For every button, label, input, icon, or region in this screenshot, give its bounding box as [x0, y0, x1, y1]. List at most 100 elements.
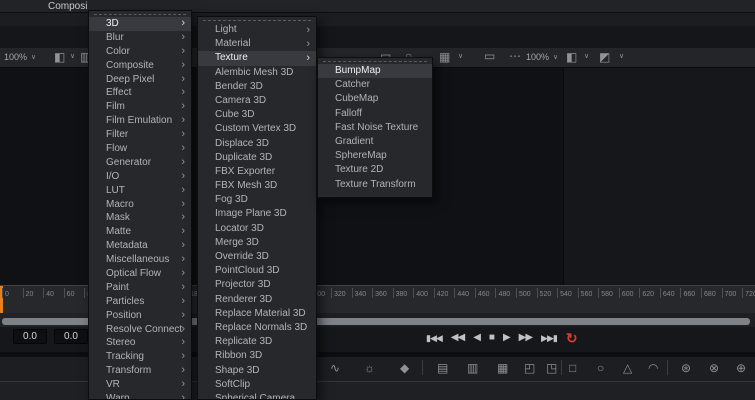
- split-view-a-icon[interactable]: ◧: [566, 50, 577, 64]
- menu-item-custom-vertex-3d[interactable]: Custom Vertex 3D: [198, 122, 316, 136]
- menu-item-shape-3d[interactable]: Shape 3D: [198, 364, 316, 378]
- menu-tearoff-handle[interactable]: [94, 14, 186, 15]
- menu-item-bumpmap[interactable]: BumpMap: [318, 64, 432, 78]
- menu-item-merge-3d[interactable]: Merge 3D: [198, 236, 316, 250]
- menu-item-matte[interactable]: Matte›: [89, 225, 191, 239]
- menu-item-fbx-exporter[interactable]: FBX Exporter: [198, 165, 316, 179]
- menu-item-deep-pixel[interactable]: Deep Pixel›: [89, 73, 191, 87]
- menu-item-material[interactable]: Material›: [198, 37, 316, 51]
- menu-item-position[interactable]: Position›: [89, 309, 191, 323]
- loop-button[interactable]: ↻: [566, 330, 578, 346]
- menu-item-texture[interactable]: Texture›: [198, 51, 316, 65]
- stop-button[interactable]: ■: [489, 330, 494, 346]
- menu-item-macro[interactable]: Macro›: [89, 198, 191, 212]
- menu-item-fog-3d[interactable]: Fog 3D: [198, 193, 316, 207]
- menu-item-bender-3d[interactable]: Bender 3D: [198, 80, 316, 94]
- play-forward-button[interactable]: ▶: [503, 330, 510, 346]
- fast-reverse-button[interactable]: ◀◀: [451, 330, 464, 346]
- menu-item-film[interactable]: Film›: [89, 100, 191, 114]
- menu-item-i-o[interactable]: I/O›: [89, 170, 191, 184]
- menu-item-composite[interactable]: Composite›: [89, 59, 191, 73]
- split-view-b-icon[interactable]: ◩: [599, 50, 610, 64]
- menu-item-vr[interactable]: VR›: [89, 378, 191, 392]
- menu-item-spheremap[interactable]: SphereMap: [318, 149, 432, 163]
- composition-tab[interactable]: Composi: [48, 1, 87, 12]
- menu-item-cubemap[interactable]: CubeMap: [318, 92, 432, 106]
- menu-item-renderer-3d[interactable]: Renderer 3D: [198, 293, 316, 307]
- menu-item-cube-3d[interactable]: Cube 3D: [198, 108, 316, 122]
- menu-item-effect[interactable]: Effect›: [89, 86, 191, 100]
- menu-tearoff-handle[interactable]: [203, 20, 311, 21]
- menu-item-warp[interactable]: Warp›: [89, 392, 191, 400]
- blur-droplet-icon[interactable]: ◆: [400, 360, 409, 376]
- menu-item-replace-material-3d[interactable]: Replace Material 3D: [198, 307, 316, 321]
- right-zoom-select[interactable]: 100%: [526, 52, 549, 62]
- menu-item-override-3d[interactable]: Override 3D: [198, 250, 316, 264]
- particles-icon[interactable]: ⊕: [736, 360, 746, 376]
- menu-item-displace-3d[interactable]: Displace 3D: [198, 137, 316, 151]
- menu-item-optical-flow[interactable]: Optical Flow›: [89, 267, 191, 281]
- menu-item-transform[interactable]: Transform›: [89, 364, 191, 378]
- menu-item-texture-2d[interactable]: Texture 2D: [318, 163, 432, 177]
- fast-forward-button[interactable]: ▶▶: [519, 330, 532, 346]
- layout-dropdown-icon[interactable]: ∨: [70, 52, 75, 60]
- menu-item-texture-transform[interactable]: Texture Transform: [318, 178, 432, 192]
- menu-item-film-emulation[interactable]: Film Emulation›: [89, 114, 191, 128]
- menu-item-particles[interactable]: Particles›: [89, 295, 191, 309]
- menu-item-alembic-mesh-3d[interactable]: Alembic Mesh 3D: [198, 66, 316, 80]
- menu-item-tracking[interactable]: Tracking›: [89, 350, 191, 364]
- media-in-icon[interactable]: ▤: [437, 360, 448, 376]
- split-a-dropdown-icon[interactable]: ∨: [584, 52, 589, 60]
- menu-item-resolve-connect[interactable]: Resolve Connect›: [89, 323, 191, 337]
- menu-item-catcher[interactable]: Catcher: [318, 78, 432, 92]
- goto-end-button[interactable]: ▶▶▮: [541, 330, 557, 346]
- paint-icon[interactable]: ⊛: [681, 360, 691, 376]
- menu-item-fbx-mesh-3d[interactable]: FBX Mesh 3D: [198, 179, 316, 193]
- merge-node-icon[interactable]: ▥: [467, 360, 478, 376]
- color-curves-icon[interactable]: ∿: [330, 360, 340, 376]
- planar-track-icon[interactable]: ⊗: [709, 360, 719, 376]
- menu-item-gradient[interactable]: Gradient: [318, 135, 432, 149]
- menu-item-generator[interactable]: Generator›: [89, 156, 191, 170]
- left-zoom-select[interactable]: 100%: [4, 52, 27, 62]
- split-b-dropdown-icon[interactable]: ∨: [619, 52, 624, 60]
- menu-item-paint[interactable]: Paint›: [89, 281, 191, 295]
- menu-item-image-plane-3d[interactable]: Image Plane 3D: [198, 207, 316, 221]
- resize-icon[interactable]: ◳: [546, 360, 557, 376]
- background-icon[interactable]: ▦: [497, 360, 508, 376]
- menu-item-3d[interactable]: 3D›: [89, 17, 191, 31]
- right-zoom-dropdown-icon[interactable]: ∨: [553, 53, 558, 61]
- menu-item-duplicate-3d[interactable]: Duplicate 3D: [198, 151, 316, 165]
- menu-item-stereo[interactable]: Stereo›: [89, 336, 191, 350]
- menu-item-miscellaneous[interactable]: Miscellaneous›: [89, 253, 191, 267]
- viewer-options-icon[interactable]: ⋯: [509, 49, 521, 63]
- range-start-field[interactable]: 0.0: [13, 329, 47, 344]
- bspline-mask-icon[interactable]: ◠: [648, 360, 658, 376]
- menu-item-ribbon-3d[interactable]: Ribbon 3D: [198, 349, 316, 363]
- left-zoom-dropdown-icon[interactable]: ∨: [31, 53, 36, 61]
- transform-icon[interactable]: ◰: [524, 360, 535, 376]
- ellipse-mask-icon[interactable]: ○: [597, 360, 604, 376]
- menu-item-replicate-3d[interactable]: Replicate 3D: [198, 335, 316, 349]
- menu-item-flow[interactable]: Flow›: [89, 142, 191, 156]
- menu-item-replace-normals-3d[interactable]: Replace Normals 3D: [198, 321, 316, 335]
- grid-snap-icon[interactable]: ▦: [439, 50, 450, 64]
- menu-item-fast-noise-texture[interactable]: Fast Noise Texture: [318, 121, 432, 135]
- menu-item-color[interactable]: Color›: [89, 45, 191, 59]
- menu-item-spherical-camera[interactable]: Spherical Camera: [198, 392, 316, 400]
- layout-split-icon[interactable]: ◧: [54, 50, 65, 64]
- menu-item-locator-3d[interactable]: Locator 3D: [198, 222, 316, 236]
- menu-item-camera-3d[interactable]: Camera 3D: [198, 94, 316, 108]
- goto-start-button[interactable]: ▮◀◀: [426, 330, 442, 346]
- brightness-contrast-icon[interactable]: ☼: [364, 360, 375, 376]
- menu-tearoff-handle[interactable]: [323, 61, 427, 62]
- menu-item-metadata[interactable]: Metadata›: [89, 239, 191, 253]
- polygon-mask-icon[interactable]: △: [623, 360, 632, 376]
- menu-item-lut[interactable]: LUT›: [89, 184, 191, 198]
- menu-item-falloff[interactable]: Falloff: [318, 107, 432, 121]
- safe-frame-icon[interactable]: ▭: [484, 49, 495, 63]
- grid-dropdown-icon[interactable]: ∨: [458, 52, 463, 60]
- menu-item-light[interactable]: Light›: [198, 23, 316, 37]
- menu-item-projector-3d[interactable]: Projector 3D: [198, 278, 316, 292]
- play-reverse-button[interactable]: ◀: [473, 330, 480, 346]
